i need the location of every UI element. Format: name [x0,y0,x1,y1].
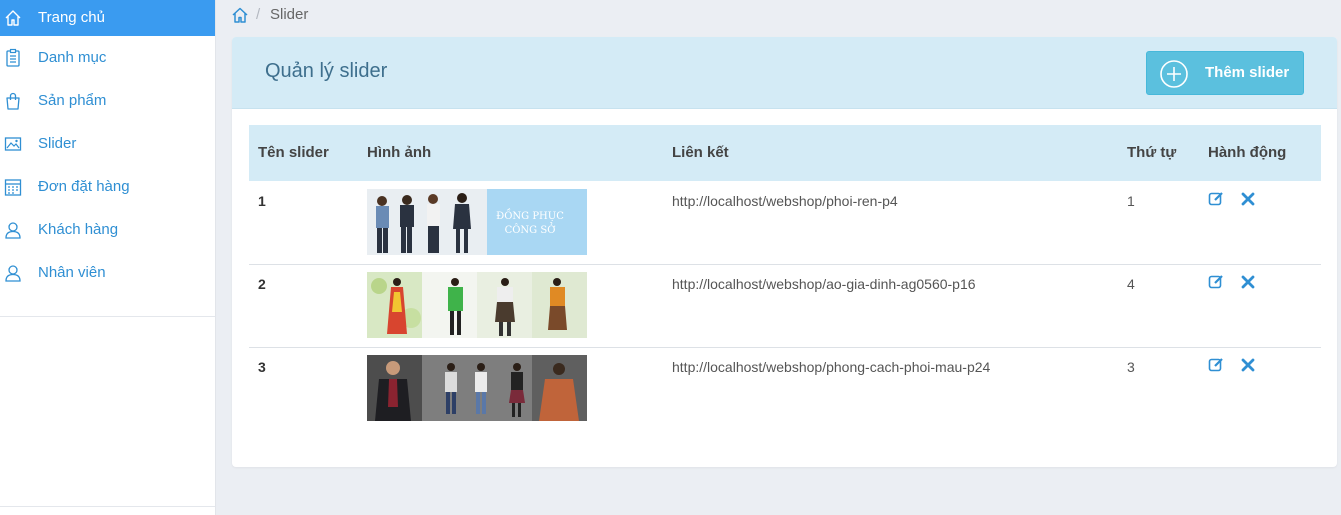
breadcrumb-current: Slider [270,6,309,23]
slider-name: 2 [258,276,266,292]
column-header-image[interactable]: Hình ảnh [367,144,431,162]
sidebar-divider [0,316,215,317]
slider-link: http://localhost/webshop/ao-gia-dinh-ag0… [672,276,976,292]
slider-link: http://localhost/webshop/phoi-ren-p4 [672,193,898,209]
page-title: Quản lý slider [265,60,388,82]
slider-image [367,355,587,421]
column-header-name[interactable]: Tên slider [258,144,329,162]
banner-text: ĐỒNG PHỤC [496,209,564,222]
sidebar: Trang chủ Danh mục Sản phẩm Slider Đơn đ… [0,0,216,515]
slider-image: ĐỒNG PHỤC CÔNG SỞ [367,189,587,255]
slider-image [367,272,587,338]
slider-order: 4 [1127,276,1135,292]
sidebar-divider [0,506,215,507]
column-header-link[interactable]: Liên kết [672,144,729,162]
slider-panel: Quản lý slider Thêm slider Tên slider Hì… [232,37,1337,467]
edit-icon[interactable] [1208,274,1224,290]
delete-icon[interactable] [1240,357,1256,373]
sidebar-item-nhan-vien[interactable]: Nhân viên [0,255,215,291]
sidebar-item-label: Danh mục [38,49,107,66]
sidebar-item-slider[interactable]: Slider [0,126,215,162]
calendar-icon [4,179,22,196]
shopping-bag-icon [6,92,20,110]
sidebar-item-danh-muc[interactable]: Danh mục [0,40,215,76]
sidebar-item-label: Nhân viên [38,264,106,281]
slider-order: 1 [1127,193,1135,209]
slider-name: 3 [258,359,266,375]
sidebar-item-label: Slider [38,135,77,152]
panel-header: Quản lý slider Thêm slider [232,37,1337,109]
column-header-actions: Hành động [1208,144,1287,161]
slider-order: 3 [1127,359,1135,375]
table-row: 1 ĐỒNG PHỤC CÔNG SỞ http://localhost/web… [249,181,1321,265]
add-slider-label: Thêm slider [1205,64,1290,81]
sidebar-item-label: Đơn đặt hàng [38,178,130,195]
clipboard-list-icon [6,48,20,67]
table-header: Tên slider Hình ảnh Liên kết Thứ tự Hành… [249,125,1321,181]
sidebar-item-label: Trang chủ [38,9,105,26]
sidebar-item-label: Sản phẩm [38,92,107,109]
edit-icon[interactable] [1208,191,1224,207]
delete-icon[interactable] [1240,274,1256,290]
home-icon[interactable] [231,6,249,24]
user-icon [5,265,21,282]
sidebar-item-trang-chu[interactable]: Trang chủ [0,0,215,36]
user-icon [5,222,21,239]
home-icon [5,10,21,26]
table-row: 3 http://localhost/webshop/phong-cach-ph… [249,347,1321,430]
sidebar-item-label: Khách hàng [38,221,119,238]
plus-circle-icon [1160,60,1188,88]
edit-icon[interactable] [1208,357,1224,373]
table-row: 2 http://localhost/webshop/ao-gia-dinh-a… [249,264,1321,348]
breadcrumb: / Slider [216,0,1341,32]
delete-icon[interactable] [1240,191,1256,207]
add-slider-button[interactable]: Thêm slider [1146,51,1304,95]
sidebar-item-don-dat-hang[interactable]: Đơn đặt hàng [0,169,215,205]
column-header-order[interactable]: Thứ tự [1127,144,1176,162]
slider-name: 1 [258,193,266,209]
breadcrumb-separator: / [256,6,261,23]
slider-link: http://localhost/webshop/phong-cach-phoi… [672,359,991,375]
image-icon [4,137,22,151]
sidebar-item-san-pham[interactable]: Sản phẩm [0,83,215,119]
banner-text: CÔNG SỞ [505,223,556,236]
sidebar-item-khach-hang[interactable]: Khách hàng [0,212,215,248]
